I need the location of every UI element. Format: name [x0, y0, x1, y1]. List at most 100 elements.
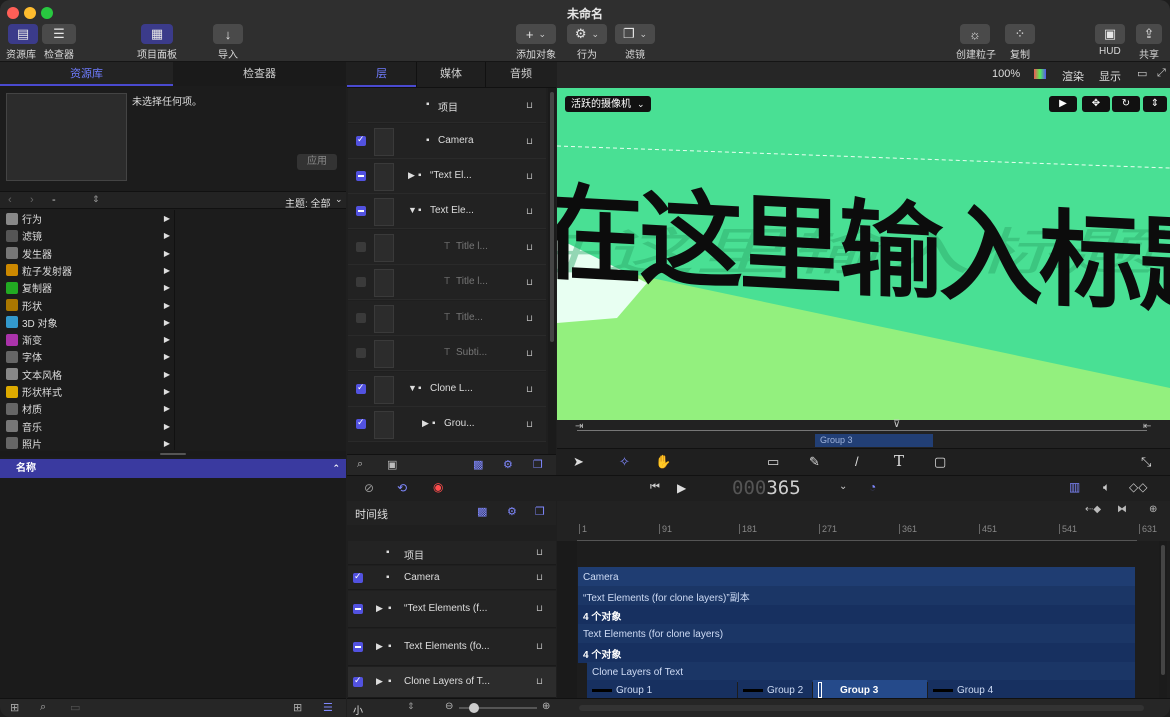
replicate-button[interactable]: ⁘ — [1005, 24, 1035, 44]
camera-menu[interactable]: 活跃的摄像机 ⌄ — [565, 96, 651, 112]
disclosure-triangle-icon[interactable]: ▼ — [408, 205, 417, 215]
track-bar-group-3[interactable]: Group 3 — [813, 680, 927, 698]
zoom-slider[interactable] — [459, 703, 537, 713]
category-item[interactable]: 形状样式 ▶ — [0, 383, 172, 400]
pan-tool-icon[interactable]: ✋ — [655, 454, 671, 470]
track-bar-group-4[interactable]: Group 4 — [928, 680, 1135, 698]
play-icon[interactable]: ▶ — [677, 481, 686, 495]
tab-audio[interactable]: 音频 — [485, 62, 556, 87]
behaviors-filter-icon[interactable]: ⚙ — [503, 458, 513, 471]
behaviors-button[interactable]: ⚙ ⌄ — [567, 24, 607, 44]
splitter[interactable] — [0, 451, 346, 457]
category-item[interactable]: 照片 ▶ — [0, 435, 172, 452]
layer-row[interactable]: T Subti... ⊔ — [348, 336, 546, 371]
category-item[interactable]: 复制器 ▶ — [0, 279, 172, 296]
disclosure-triangle-icon[interactable]: ▶ — [408, 170, 415, 181]
layer-checkbox[interactable] — [353, 675, 363, 687]
mask-tool-icon[interactable]: ▢ — [934, 454, 946, 470]
expand-icon[interactable]: ⤡ — [1141, 454, 1151, 470]
path-popup[interactable]: - — [52, 194, 56, 206]
category-item[interactable]: 文本风格 ▶ — [0, 366, 172, 383]
lock-icon[interactable]: ⊔ — [526, 242, 536, 252]
canvas-viewport[interactable]: 在这里输入标题 在这里输入标题 活跃的摄像机 ⌄ ▶ ✥ ↻ ⇕ — [557, 88, 1170, 420]
lock-icon[interactable]: ⊔ — [526, 136, 536, 146]
new-folder-icon[interactable]: ⊞ — [10, 701, 19, 714]
lock-icon[interactable]: ⊔ — [526, 171, 536, 181]
lock-icon[interactable]: ⊔ — [526, 313, 536, 323]
disclosure-triangle-icon[interactable]: ▶ — [422, 418, 429, 429]
layer-checkbox[interactable] — [353, 642, 363, 652]
layer-row[interactable]: ▪ Camera ⊔ — [348, 124, 546, 159]
category-item[interactable]: 形状 ▶ — [0, 297, 172, 314]
layer-checkbox[interactable] — [356, 277, 366, 287]
track-bar-group-2[interactable]: Group 2 — [738, 680, 812, 698]
timeline-vscroll-thumb[interactable] — [1161, 545, 1165, 675]
layer-row[interactable]: T Title l... ⊔ — [348, 230, 546, 265]
render-popup[interactable]: 渲染 — [1062, 68, 1084, 84]
category-item[interactable]: 材质 ▶ — [0, 400, 172, 417]
mini-group-bar[interactable]: Group 3 — [815, 434, 933, 447]
timeline-layer-row[interactable]: ▪ Camera ⊔ — [348, 566, 556, 590]
track-size-popup[interactable]: 小 — [353, 702, 363, 717]
layer-checkbox[interactable] — [356, 206, 366, 216]
path-stepper-icon[interactable]: ⇕ — [92, 194, 100, 205]
timeline-ruler[interactable]: 1 91 181 271 361 451 541 631 — [557, 521, 1170, 541]
lock-icon[interactable]: ⊔ — [536, 603, 546, 613]
grid-view-icon[interactable]: ⊞ — [293, 701, 302, 714]
masks-icon[interactable]: ❐ — [533, 458, 543, 471]
layer-checkbox[interactable] — [356, 171, 366, 181]
tab-inspector[interactable]: 检查器 — [173, 62, 346, 86]
zoom-in-icon[interactable]: ⊕ — [542, 701, 550, 712]
project-panel-button[interactable]: ▦ — [141, 24, 173, 44]
loop-icon[interactable]: ⟲ — [397, 481, 407, 495]
name-column-header[interactable]: 名称 ⌃ — [0, 459, 346, 478]
import-button[interactable]: ↓ — [213, 24, 243, 44]
layer-row[interactable]: ▼▪ Clone L... ⊔ — [348, 372, 546, 407]
lock-icon[interactable]: ⊔ — [526, 384, 536, 394]
out-point-icon[interactable]: ⇤ — [1143, 421, 1151, 432]
timeline-hscroll[interactable] — [579, 705, 1144, 711]
splitter-handle[interactable] — [160, 453, 186, 455]
list-view-icon[interactable]: ☰ — [323, 701, 333, 714]
category-item[interactable]: 音乐 ▶ — [0, 418, 172, 435]
category-item[interactable]: 粒子发射器 ▶ — [0, 262, 172, 279]
audio-icon[interactable]: 🔈︎ — [1103, 480, 1110, 495]
timeline-layer-row[interactable]: ▪ 项目 ⊔ — [348, 541, 556, 565]
tab-media[interactable]: 媒体 — [416, 62, 485, 87]
pan-camera-icon[interactable]: ✥ — [1082, 96, 1110, 112]
layer-checkbox[interactable] — [356, 348, 366, 358]
go-to-start-icon[interactable]: ⏮ — [650, 481, 660, 494]
theme-popup[interactable]: 主题: 全部 — [285, 195, 331, 210]
text-tool-icon[interactable]: T — [894, 452, 904, 470]
adjust-3d-tool-icon[interactable]: ✧ — [619, 454, 630, 470]
layer-row[interactable]: T Title... ⊔ — [348, 301, 546, 336]
disclosure-triangle-icon[interactable]: ▼ — [408, 383, 417, 393]
keyframe-nav-icon[interactable]: ⇠◆ — [1085, 504, 1101, 515]
track-bar-text-copy[interactable]: “Text Elements (for clone layers)”副本 — [578, 586, 1135, 606]
layer-checkbox[interactable] — [356, 313, 366, 323]
layer-preview-icon[interactable]: ▣ — [387, 458, 397, 471]
search-icon[interactable]: ⌕ — [40, 701, 46, 714]
lock-icon[interactable]: ⊔ — [526, 206, 536, 216]
lock-icon[interactable]: ⊔ — [526, 348, 536, 358]
track-bar-text-elements[interactable]: Text Elements (for clone layers) — [578, 624, 1135, 644]
lock-icon[interactable]: ⊔ — [526, 419, 536, 429]
in-point-icon[interactable]: ⇥ — [575, 421, 583, 432]
layers-scrollbar[interactable] — [548, 88, 556, 454]
timeline-layer-row[interactable]: ▶ ▪ Text Elements (fo... ⊔ — [348, 629, 556, 666]
timing-pane-icon[interactable]: ▥ — [1069, 480, 1080, 494]
size-stepper-icon[interactable]: ⇕ — [407, 701, 415, 712]
layer-checkbox[interactable] — [356, 382, 366, 394]
lock-icon[interactable]: ⊔ — [526, 100, 536, 110]
mini-timeline[interactable]: ⇥ ⊽ ⇤ Group 3 — [557, 419, 1170, 448]
layers-scroll-thumb[interactable] — [550, 92, 554, 342]
timeline-layer-row[interactable]: ▶ ▪ Clone Layers of T... ⊔ — [348, 667, 556, 698]
track-bar-clone-layers[interactable]: Clone Layers of Text — [587, 662, 1135, 682]
create-particles-button[interactable]: ☼ — [960, 24, 990, 44]
lock-icon[interactable]: ⊔ — [536, 641, 546, 651]
layout-icon[interactable]: ▭ — [1137, 67, 1147, 80]
fullscreen-icon[interactable]: ⤢ — [1157, 67, 1166, 80]
category-item[interactable]: 滤镜 ▶ — [0, 227, 172, 244]
lock-icon[interactable]: ⊔ — [536, 676, 546, 686]
timeline-vscroll[interactable] — [1159, 541, 1167, 698]
